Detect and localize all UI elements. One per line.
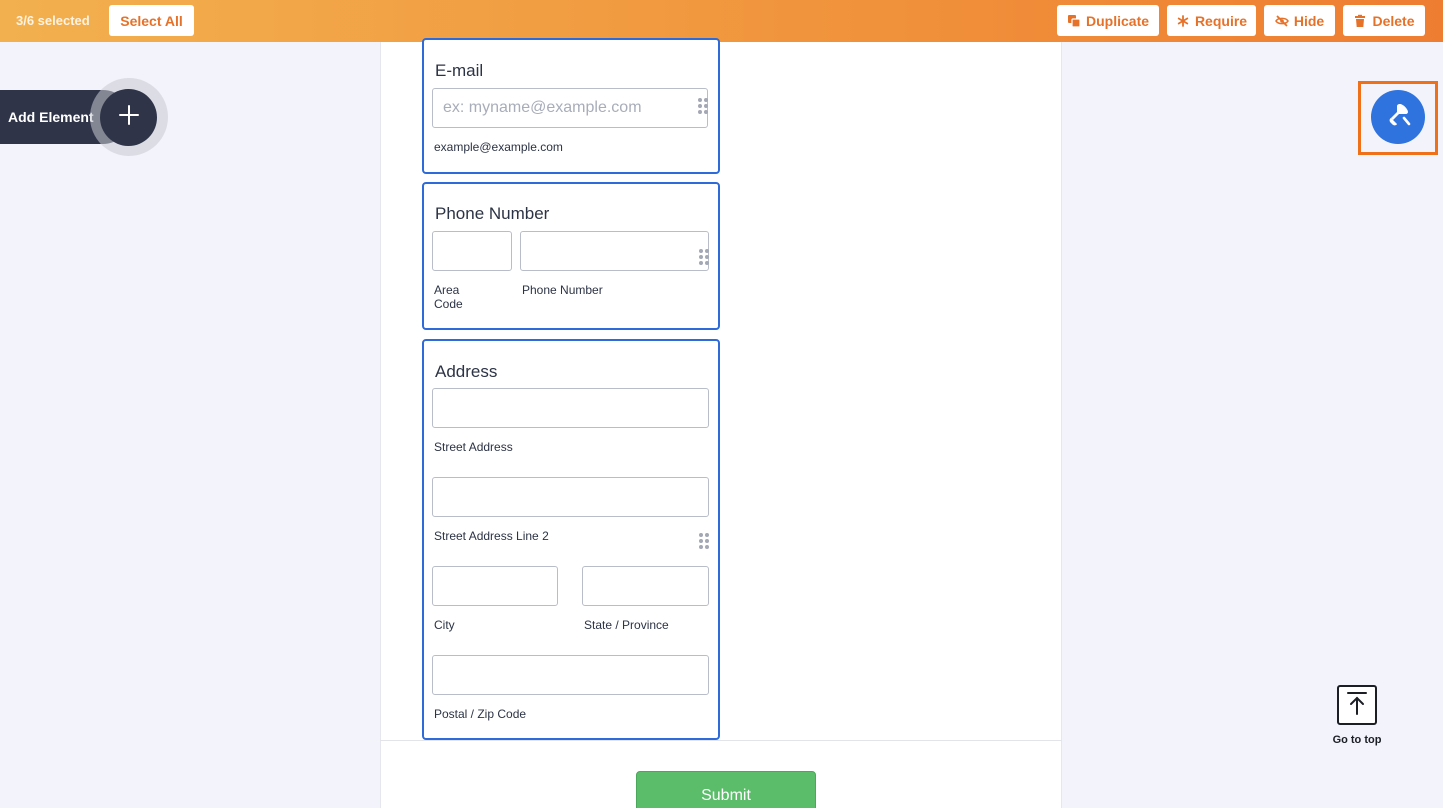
selection-toolbar: 3/6 selected Select All Duplicate Requir… — [0, 0, 1443, 42]
street-address-sublabel: Street Address — [434, 440, 513, 454]
city-input[interactable] — [432, 566, 558, 606]
select-all-button[interactable]: Select All — [109, 5, 194, 36]
drag-handle-icon[interactable] — [699, 533, 709, 549]
email-title: E-mail — [435, 61, 484, 80]
duplicate-button[interactable]: Duplicate — [1057, 5, 1159, 36]
submit-button[interactable]: Submit — [636, 771, 816, 808]
email-field-card[interactable]: E-mail ex: myname@example.com example@ex… — [422, 38, 720, 174]
area-code-input[interactable] — [432, 231, 512, 271]
drag-handle-icon[interactable] — [699, 249, 709, 265]
paint-roller-icon — [1384, 101, 1412, 134]
trash-icon — [1353, 14, 1367, 28]
postal-code-input[interactable] — [432, 655, 709, 695]
phone-number-sublabel: Phone Number — [522, 283, 603, 297]
go-to-top-button[interactable] — [1337, 685, 1377, 725]
selection-count: 3/6 selected — [16, 13, 90, 28]
eye-off-icon — [1274, 14, 1289, 28]
delete-button[interactable]: Delete — [1343, 5, 1425, 36]
go-to-top-label[interactable]: Go to top — [1322, 734, 1392, 746]
submit-label: Submit — [701, 787, 751, 804]
street-address-line2-input[interactable] — [432, 477, 709, 517]
address-field-card[interactable]: Address Street Address Street Address Li… — [422, 339, 720, 740]
require-label: Require — [1194, 12, 1248, 29]
postal-code-sublabel: Postal / Zip Code — [434, 707, 527, 721]
hide-button[interactable]: Hide — [1264, 5, 1335, 36]
select-all-label: Select All — [120, 12, 183, 29]
delete-label: Delete — [1372, 12, 1415, 29]
duplicate-icon — [1067, 14, 1081, 28]
street-address-input[interactable] — [432, 388, 709, 428]
email-sublabel: example@example.com — [434, 140, 563, 154]
phone-number-input[interactable] — [520, 231, 709, 271]
arrow-up-to-line-icon — [1344, 690, 1370, 721]
city-sublabel: City — [434, 618, 455, 632]
address-title: Address — [435, 362, 498, 381]
form-divider — [380, 740, 1062, 741]
email-input[interactable]: ex: myname@example.com — [432, 88, 708, 128]
form-designer-button[interactable] — [1371, 90, 1425, 144]
state-input[interactable] — [582, 566, 709, 606]
area-code-sublabel: Area Code — [434, 283, 463, 311]
phone-field-card[interactable]: Phone Number Area Code Phone Number — [422, 182, 720, 330]
email-placeholder: ex: myname@example.com — [443, 99, 642, 116]
phone-title: Phone Number — [435, 204, 550, 223]
street-address-line2-sublabel: Street Address Line 2 — [434, 529, 549, 543]
asterisk-icon — [1176, 14, 1190, 28]
add-element-plus-button[interactable] — [100, 89, 157, 146]
duplicate-label: Duplicate — [1086, 12, 1150, 29]
plus-icon — [118, 104, 140, 131]
require-button[interactable]: Require — [1167, 5, 1256, 36]
hide-label: Hide — [1293, 12, 1325, 29]
state-sublabel: State / Province — [584, 618, 669, 632]
add-element-label: Add Element — [8, 109, 94, 125]
drag-handle-icon[interactable] — [698, 98, 708, 114]
